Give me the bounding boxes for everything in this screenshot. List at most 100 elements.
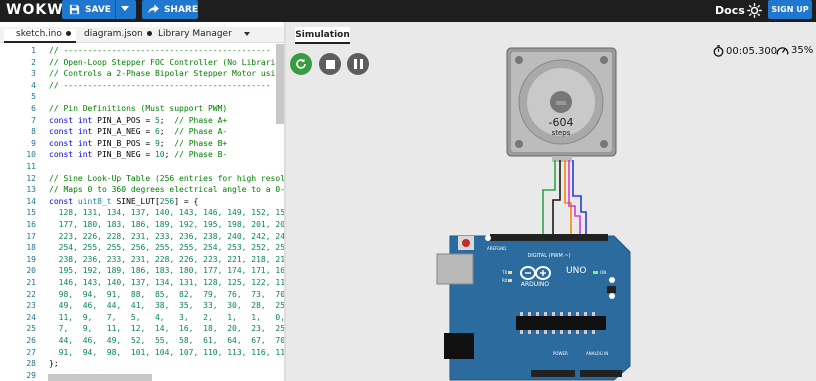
code-token: const [49, 138, 78, 148]
code-line: const int PIN_A_POS = 5; // Phase A+ [49, 116, 227, 125]
line-number: 25 [26, 324, 36, 334]
tab-diagram-json[interactable]: diagram.json [84, 29, 152, 43]
line-number: 26 [26, 336, 36, 345]
editor-tabs: sketch.ino diagram.json Library Manager [0, 27, 284, 43]
power-header [531, 370, 575, 377]
digital-header [490, 234, 608, 241]
chevron-down-icon[interactable] [243, 31, 250, 36]
theme-toggle-icon[interactable] [747, 3, 762, 18]
code-token: 11, 9, 7, 5, 4, 3, 2, 1, 1, 0, [49, 312, 284, 322]
line-number: 6 [31, 104, 36, 113]
code-token: ; [159, 115, 175, 125]
save-button[interactable]: SAVE [62, 0, 136, 19]
code-line: // Open-Loop Stepper FOC Controller (No … [49, 58, 284, 67]
code-token: int [77, 150, 98, 160]
code-line: // -------------------------------------… [49, 81, 271, 90]
code-token: // -------------------------------------… [49, 80, 271, 90]
line-number: 4 [31, 80, 36, 90]
line-number: 9 [31, 138, 36, 148]
share-icon [148, 4, 159, 14]
sign-up-button[interactable]: SIGN UP [768, 0, 812, 19]
tab-label: sketch.ino [16, 29, 62, 39]
line-number: 2 [31, 57, 36, 67]
code-line: 11, 9, 7, 5, 4, 3, 2, 1, 1, 0, [49, 313, 284, 322]
line-number: 14 [26, 196, 36, 206]
line-number: 22 [26, 289, 36, 299]
code-token: int [77, 115, 98, 125]
mount-hole [515, 140, 523, 148]
board-model: UNO [566, 266, 586, 276]
code-line: // Sine Look-Up Table (256 entries for h… [49, 174, 284, 183]
code-token: // Pin Definitions (Must support PWM) [49, 104, 228, 113]
tx-label: TX [501, 270, 507, 275]
chevron-down-icon[interactable] [121, 6, 129, 11]
code-line: 98, 94, 91, 88, 85, 82, 79, 76, 73, 70, [49, 290, 284, 299]
on-led [593, 271, 598, 274]
code-token: const [49, 127, 78, 137]
arduino-brand: ARDUINO [521, 281, 550, 288]
code-line: 49, 46, 44, 41, 38, 35, 33, 30, 28, 25, [49, 301, 284, 310]
digital-label: DIGITAL (PWM ~) [527, 253, 570, 259]
code-editor[interactable]: 1 2 3 4 5 6 7 8 9 10 11 12 13 14 15 16 17 18 19 20 21 22 23 24 2… [0, 44, 284, 381]
line-number: 11 [26, 162, 36, 171]
code-line: 7, 9, 11, 12, 14, 16, 18, 20, 23, 25, [49, 324, 284, 333]
code-token: // Controls a 2-Phase Bipolar Stepper Mo… [49, 69, 284, 79]
board-hole [609, 293, 615, 299]
line-number-gutter: 1 2 3 4 5 6 7 8 9 10 11 12 13 14 15 16 17 18 19 20 21 22 23 24 2… [0, 44, 44, 381]
power-label: POWER [553, 351, 568, 356]
tx-led [508, 271, 512, 274]
code-line: 238, 236, 233, 231, 228, 226, 223, 221, … [49, 255, 284, 264]
code-token: 128, 131, 134, 137, 140, 143, 146, 149, … [49, 208, 284, 218]
code-token: ; [164, 150, 175, 160]
code-token: PIN_A_NEG = [97, 127, 155, 137]
tab-label: Library Manager [158, 29, 232, 39]
board-hole [485, 235, 491, 241]
line-number: 28 [26, 359, 36, 369]
line-number: 21 [26, 278, 36, 287]
horizontal-scrollbar[interactable] [48, 374, 152, 381]
line-number: 12 [26, 173, 36, 183]
on-label: ON [600, 270, 606, 275]
code-token: // Maps 0 to 360 degrees electrical angl… [49, 185, 284, 195]
code-token: 177, 180, 183, 186, 189, 192, 195, 198, … [49, 220, 284, 229]
save-icon [69, 4, 80, 15]
code-area[interactable]: // -------------------------------------… [49, 44, 284, 381]
circuit-canvas: -604 steps DIGITAL (PWM ~) AREF GND ARDU… [436, 47, 631, 381]
vertical-scrollbar[interactable] [276, 44, 284, 124]
mount-hole [600, 140, 608, 148]
icsp-header [607, 286, 616, 293]
tab-label: diagram.json [84, 29, 143, 39]
tab-library-manager[interactable]: Library Manager [158, 29, 250, 43]
code-token: 44, 46, 49, 52, 55, 58, 61, 64, 67, 70, [49, 336, 284, 345]
line-number: 19 [26, 254, 36, 264]
share-button[interactable]: SHARE [142, 0, 198, 19]
code-token: 223, 226, 228, 231, 233, 236, 238, 240, … [49, 231, 284, 241]
stepper-motor[interactable]: -604 steps [506, 47, 617, 162]
code-token: 146, 143, 140, 137, 134, 131, 128, 125, … [49, 278, 284, 287]
docs-link[interactable]: Docs [715, 4, 745, 17]
code-token: const [49, 115, 78, 125]
code-token: PIN_B_NEG = [97, 150, 155, 160]
code-token: // Phase B+ [174, 138, 228, 148]
code-token: 238, 236, 233, 231, 228, 226, 223, 221, … [49, 254, 284, 264]
reset-button[interactable] [462, 239, 470, 247]
code-line: const int PIN_B_POS = 9; // Phase B+ [49, 139, 227, 148]
code-token: 256 [159, 196, 175, 206]
code-line: const int PIN_A_NEG = 6; // Phase A- [49, 127, 227, 136]
code-line: 91, 94, 98, 101, 104, 107, 110, 113, 116… [49, 348, 284, 357]
save-divider [115, 0, 116, 19]
line-number: 17 [26, 231, 36, 241]
line-number: 13 [26, 185, 36, 195]
wire-orange[interactable] [564, 160, 572, 240]
code-line: 195, 192, 189, 186, 183, 180, 177, 174, … [49, 266, 284, 275]
arduino-uno-board[interactable]: DIGITAL (PWM ~) AREF GND ARDUINO UNO ON … [436, 234, 631, 381]
line-number: 23 [26, 301, 36, 311]
line-number: 16 [26, 220, 36, 229]
line-number: 5 [31, 92, 36, 102]
line-number: 1 [31, 46, 36, 55]
mount-hole [515, 56, 523, 64]
line-number: 18 [26, 243, 36, 253]
wokwi-logo[interactable]: WOKWI [6, 2, 70, 18]
wire-black[interactable] [552, 160, 561, 240]
tab-sketch-ino[interactable]: sketch.ino [4, 29, 76, 43]
